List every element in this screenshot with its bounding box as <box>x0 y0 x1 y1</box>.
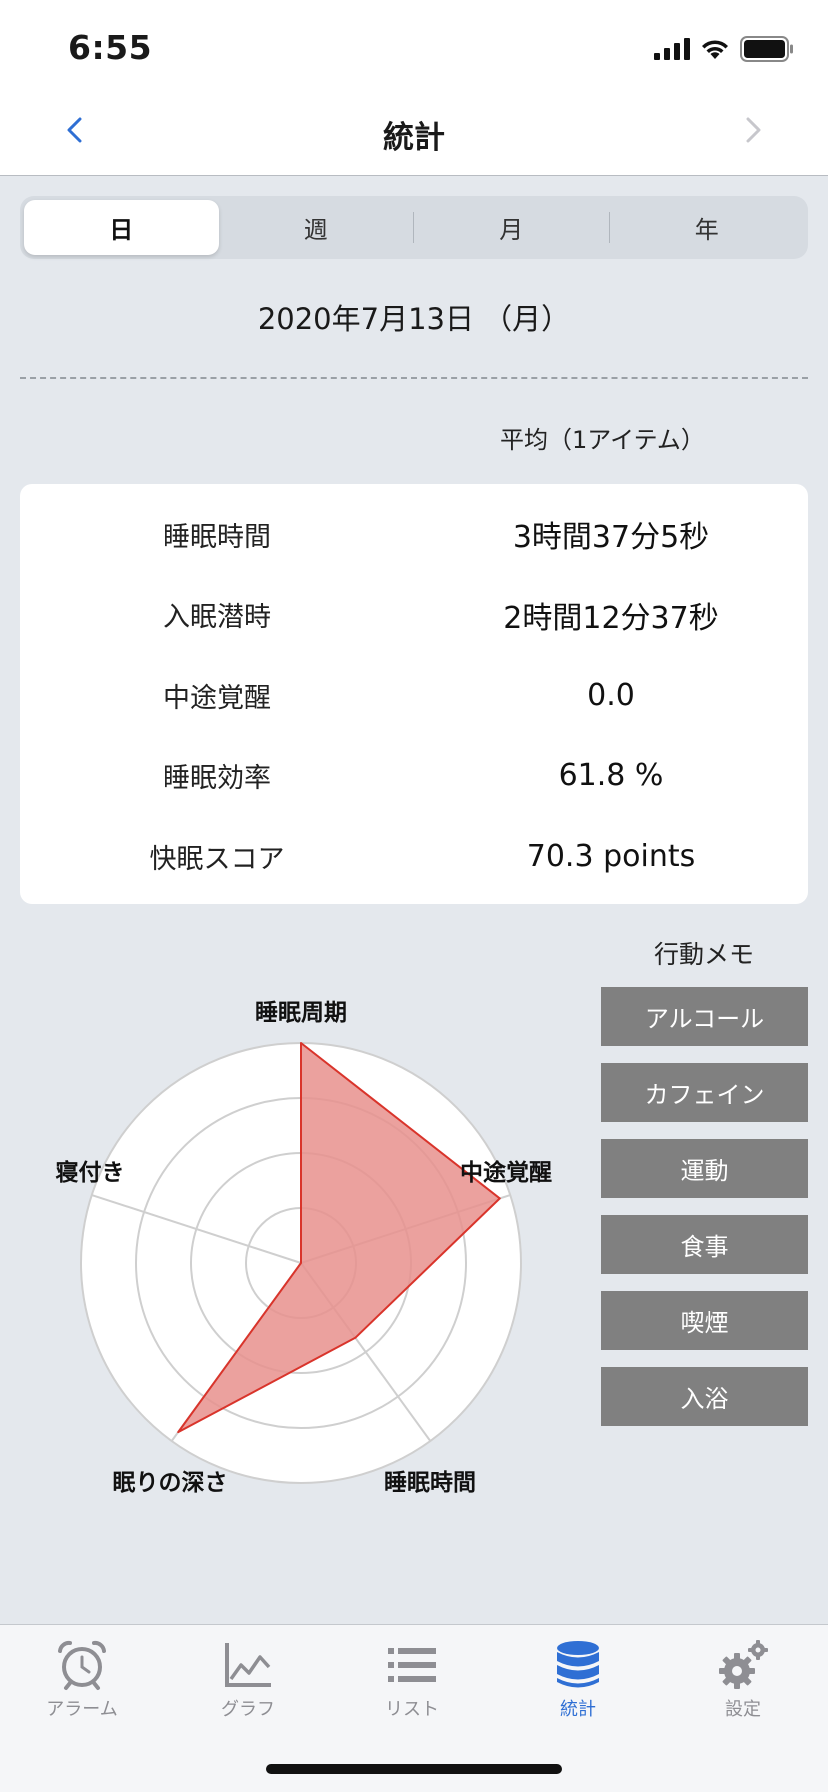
segment-week[interactable]: 週 <box>219 200 414 255</box>
tab-label: リスト <box>385 1699 439 1720</box>
memo-button-list: アルコール カフェイン 運動 食事 喫煙 入浴 <box>601 987 808 1443</box>
stats-card: 睡眠時間 3時間37分5秒 入眠潜時 2時間12分37秒 中途覚醒 0.0 睡眠… <box>20 484 808 904</box>
stat-row-sleep-score: 快眠スコア 70.3 points <box>20 816 808 897</box>
tab-statistics[interactable]: 統計 <box>513 1639 643 1721</box>
wifi-icon <box>702 40 728 59</box>
line-chart-icon <box>225 1643 271 1687</box>
memo-button-caffeine[interactable]: カフェイン <box>601 1063 808 1122</box>
stat-value: 61.8 % <box>558 758 664 794</box>
stat-row-sleep-time: 睡眠時間 3時間37分5秒 <box>20 494 808 575</box>
home-indicator <box>266 1764 562 1774</box>
stat-label: 睡眠時間 <box>163 521 271 553</box>
tab-list[interactable]: リスト <box>347 1639 477 1721</box>
stat-value: 2時間12分37秒 <box>503 600 719 636</box>
list-icon <box>388 1648 436 1682</box>
stat-value: 3時間37分5秒 <box>512 520 710 556</box>
cellular-signal-icon <box>654 38 690 60</box>
stat-row-sleep-efficiency: 睡眠効率 61.8 % <box>20 736 808 817</box>
stat-value: 0.0 <box>587 677 635 713</box>
radar-axis-label: 睡眠時間 <box>384 1470 476 1496</box>
status-icons <box>654 36 794 62</box>
stat-value: 70.3 points <box>526 838 696 874</box>
segment-month[interactable]: 月 <box>414 200 609 255</box>
tab-label: 統計 <box>560 1699 596 1720</box>
segment-year[interactable]: 年 <box>610 200 805 255</box>
status-bar: 6:55 <box>0 0 828 100</box>
radar-axis-label: 睡眠周期 <box>255 1000 347 1026</box>
memo-button-smoking[interactable]: 喫煙 <box>601 1291 808 1350</box>
tab-label: グラフ <box>221 1699 275 1720</box>
period-segmented-control: 日 週 月 年 <box>20 196 808 259</box>
chevron-right-icon[interactable] <box>732 110 772 150</box>
gears-icon <box>719 1640 768 1689</box>
alarm-clock-icon <box>58 1640 106 1690</box>
stat-row-sleep-latency: 入眠潜時 2時間12分37秒 <box>20 575 808 656</box>
segment-day[interactable]: 日 <box>24 200 219 255</box>
radar-axis-label: 寝付き <box>56 1159 125 1186</box>
sleep-radar-chart: 睡眠周期中途覚醒睡眠時間 眠りの深さ 寝付き <box>56 1000 553 1496</box>
database-icon <box>557 1641 599 1688</box>
tab-settings[interactable]: 設定 <box>678 1639 808 1721</box>
battery-icon <box>740 36 793 62</box>
tab-graph[interactable]: グラフ <box>183 1639 313 1721</box>
navigation-bar: 統計 <box>0 100 828 176</box>
stat-label: 睡眠効率 <box>163 763 271 795</box>
memo-button-exercise[interactable]: 運動 <box>601 1139 808 1198</box>
memo-button-meal[interactable]: 食事 <box>601 1215 808 1274</box>
average-label: 平均（1アイテム） <box>500 426 705 454</box>
status-time: 6:55 <box>68 28 153 67</box>
memo-button-alcohol[interactable]: アルコール <box>601 987 808 1046</box>
page-title: 統計 <box>383 120 445 156</box>
memo-title: 行動メモ <box>653 940 754 969</box>
stat-label: 中途覚醒 <box>163 682 271 714</box>
tab-alarm[interactable]: アラーム <box>17 1639 147 1721</box>
date-label: 2020年7月13日 （月） <box>257 302 571 336</box>
stat-row-awakenings: 中途覚醒 0.0 <box>20 655 808 736</box>
stat-label: 快眠スコア <box>149 843 285 875</box>
radar-axis-label: 中途覚醒 <box>460 1159 552 1186</box>
memo-button-bath[interactable]: 入浴 <box>601 1367 808 1426</box>
tab-label: 設定 <box>725 1699 761 1720</box>
dashed-divider <box>20 377 808 379</box>
radar-axis-label: 眠りの深さ <box>113 1470 228 1496</box>
stat-label: 入眠潜時 <box>163 602 271 634</box>
tab-label: アラーム <box>46 1699 118 1720</box>
